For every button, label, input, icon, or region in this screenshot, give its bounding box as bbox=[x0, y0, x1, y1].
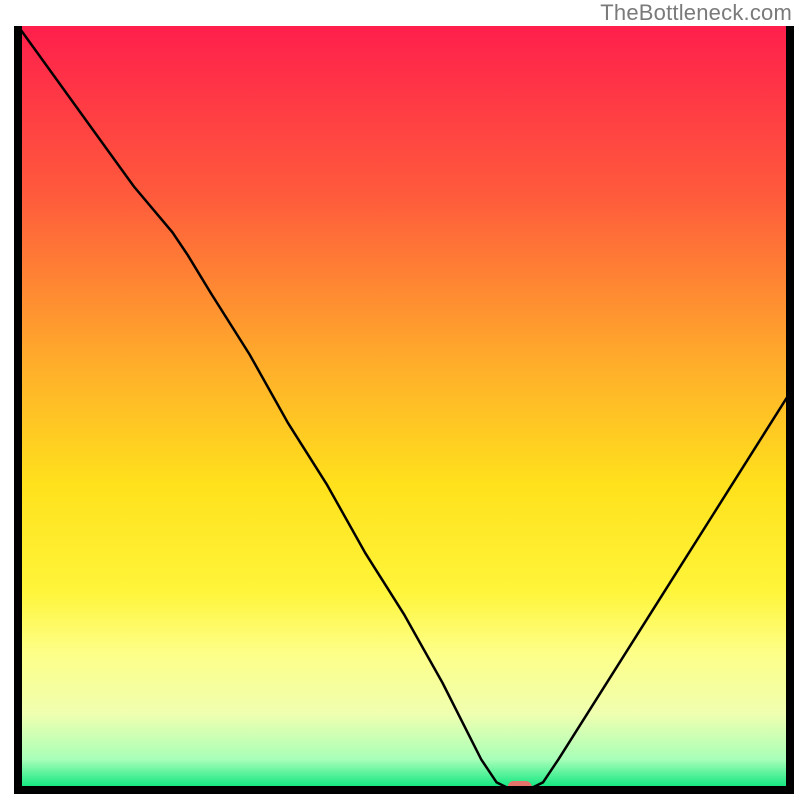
watermark-label: TheBottleneck.com bbox=[600, 0, 792, 26]
bottleneck-chart: TheBottleneck.com bbox=[0, 0, 800, 800]
chart-svg bbox=[0, 0, 800, 800]
chart-background bbox=[18, 26, 790, 790]
